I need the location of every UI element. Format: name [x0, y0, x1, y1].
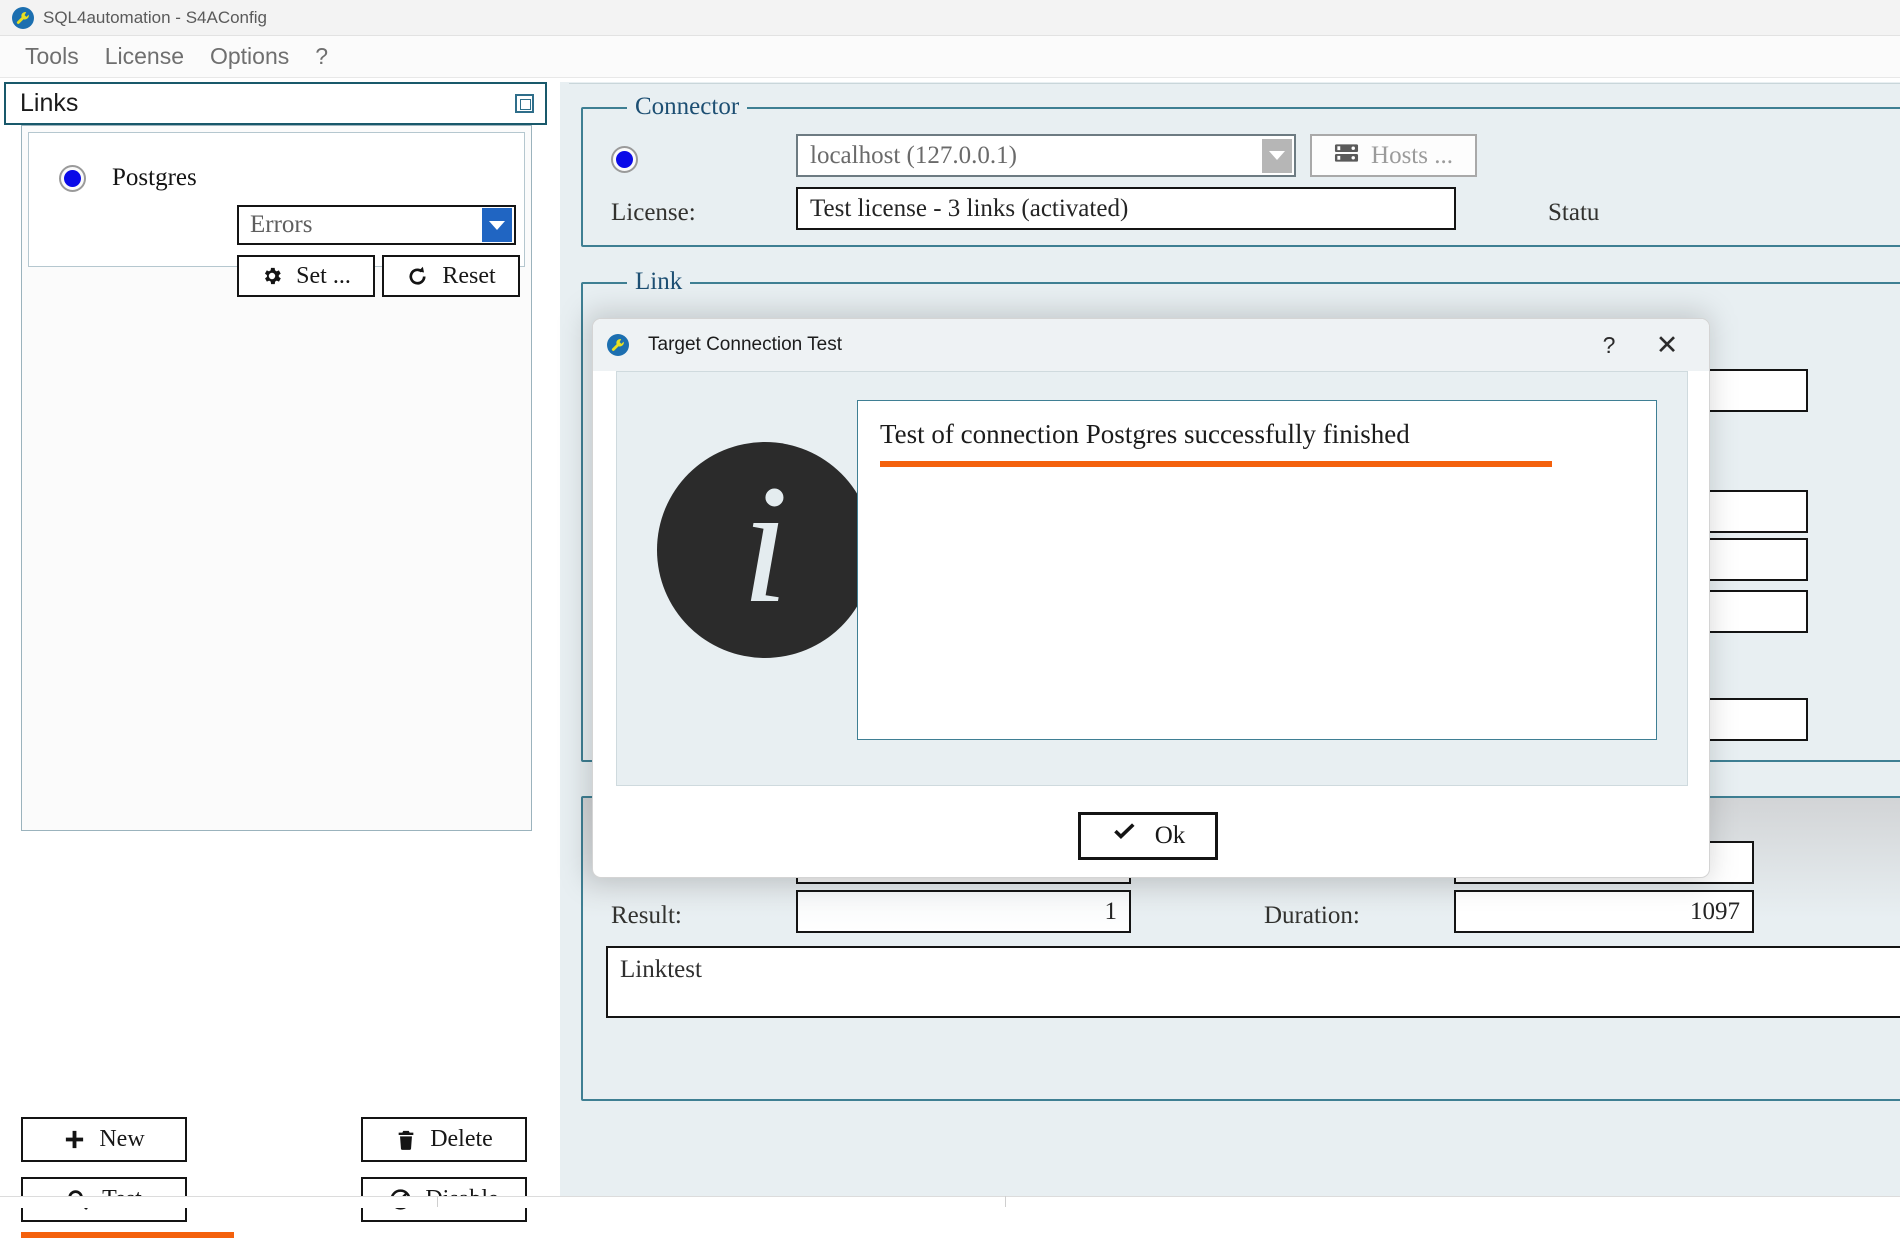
- license-label: License:: [611, 199, 696, 226]
- set-button[interactable]: Set ...: [237, 255, 375, 297]
- reset-icon: [406, 265, 429, 288]
- window-titlebar: SQL4automation - S4AConfig: [0, 0, 1900, 36]
- help-icon[interactable]: ?: [1581, 319, 1637, 371]
- duration-field: 1097: [1454, 890, 1754, 933]
- dialog-body: i Test of connection Postgres successful…: [616, 371, 1688, 786]
- chevron-down-icon[interactable]: [1262, 138, 1292, 173]
- hosts-button-label: Hosts ...: [1371, 141, 1453, 169]
- menubar: Tools License Options ?: [0, 36, 1900, 78]
- close-icon[interactable]: ✕: [1639, 319, 1695, 371]
- dialog-message-box: Test of connection Postgres successfully…: [857, 400, 1657, 740]
- link-radio-row: Postgres: [59, 164, 197, 192]
- result-label: Result:: [611, 902, 682, 929]
- delete-button-label: Delete: [430, 1126, 493, 1152]
- dialog-titlebar: Target Connection Test ? ✕: [593, 319, 1709, 371]
- new-button-label: New: [99, 1126, 145, 1152]
- gear-icon: [261, 265, 283, 287]
- link-status-value: Errors: [250, 211, 313, 238]
- connector-group: Connector localhost (127.0.0.1) Hosts ..…: [581, 93, 1900, 247]
- status-bar-divider: [1005, 1196, 1006, 1207]
- link-status-dropdown[interactable]: Errors: [237, 205, 516, 245]
- duration-label: Duration:: [1264, 902, 1360, 929]
- link-name-label: Postgres: [112, 164, 197, 191]
- host-dropdown[interactable]: localhost (127.0.0.1): [796, 134, 1296, 177]
- menu-help[interactable]: ?: [302, 43, 341, 70]
- hosts-button[interactable]: Hosts ...: [1310, 134, 1477, 177]
- menu-tools[interactable]: Tools: [12, 43, 92, 70]
- host-value: localhost (127.0.0.1): [810, 141, 1017, 169]
- page-title: Links: [20, 89, 79, 117]
- info-circle-icon: i: [657, 442, 873, 658]
- delete-button[interactable]: Delete: [361, 1117, 527, 1162]
- link-radio[interactable]: [59, 164, 86, 192]
- status-bar-divider: [437, 1196, 438, 1207]
- license-field[interactable]: Test license - 3 links (activated): [796, 187, 1456, 230]
- menu-options[interactable]: Options: [197, 43, 302, 70]
- links-list[interactable]: Postgres Errors Set ... Reset: [21, 125, 532, 831]
- link-group-legend: Link: [627, 268, 691, 296]
- set-button-label: Set ...: [296, 262, 351, 289]
- status-label: Statu: [1548, 199, 1600, 226]
- trash-icon: [395, 1129, 417, 1151]
- restore-icon[interactable]: [515, 94, 534, 113]
- status-bar: [0, 1196, 1900, 1208]
- new-button[interactable]: New: [21, 1117, 187, 1162]
- wrench-icon: [12, 6, 34, 29]
- list-item[interactable]: Postgres Errors Set ... Reset: [28, 132, 525, 297]
- test-button-highlight: [21, 1232, 234, 1238]
- chevron-down-icon[interactable]: [482, 208, 512, 242]
- wrench-icon: [607, 334, 629, 356]
- sql-text-area[interactable]: Linktest: [606, 946, 1900, 1018]
- ok-button-label: Ok: [1154, 822, 1186, 849]
- window-title: SQL4automation - S4AConfig: [43, 7, 267, 27]
- check-icon: [1111, 822, 1138, 851]
- target-connection-test-dialog: Target Connection Test ? ✕ i Test of con…: [592, 318, 1710, 878]
- connector-radio[interactable]: [611, 146, 638, 173]
- server-icon: [1334, 142, 1359, 170]
- connector-group-legend: Connector: [627, 93, 748, 121]
- dialog-message-highlight: [880, 461, 1552, 467]
- reset-button[interactable]: Reset: [382, 255, 520, 297]
- dialog-message: Test of connection Postgres successfully…: [880, 419, 1410, 449]
- plus-icon: [63, 1128, 86, 1151]
- dialog-title: Target Connection Test: [648, 334, 842, 355]
- links-panel-titlebar: Links: [4, 82, 547, 125]
- menu-license[interactable]: License: [92, 43, 197, 70]
- links-panel: Links Postgres Errors Set ... Reset New …: [4, 82, 547, 1238]
- reset-button-label: Reset: [442, 262, 496, 289]
- ok-button[interactable]: Ok: [1078, 812, 1218, 860]
- result-field: 1: [796, 890, 1131, 933]
